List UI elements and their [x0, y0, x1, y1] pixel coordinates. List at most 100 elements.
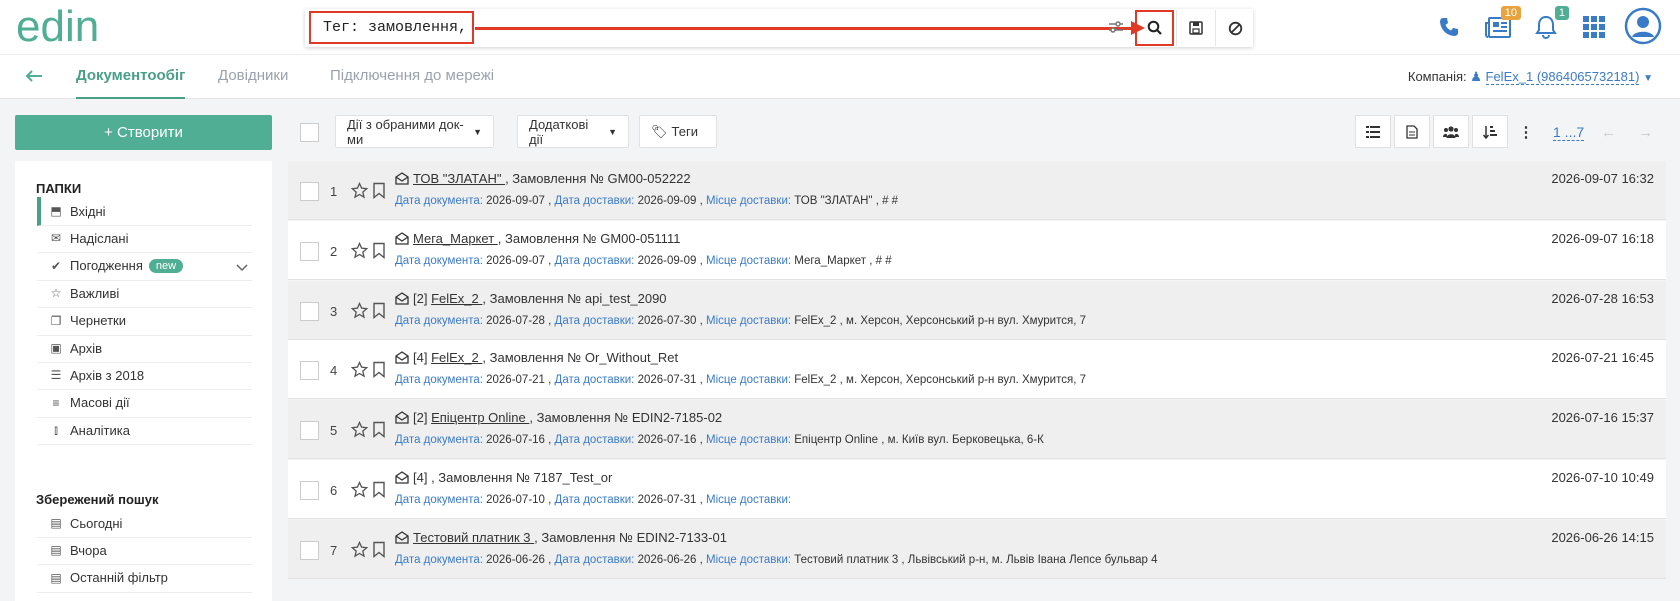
next-page-icon[interactable]: → — [1638, 124, 1653, 141]
document-org-link[interactable]: Мега_Маркет — [413, 231, 498, 246]
sliders-icon[interactable] — [1107, 18, 1125, 36]
row-checkbox[interactable] — [300, 361, 319, 381]
star-icon: ☆ — [50, 286, 62, 301]
document-title-line[interactable]: [2] FelEx_2 , Замовлення № api_test_2090 — [395, 291, 667, 308]
document-view-button[interactable] — [1394, 115, 1430, 148]
apps-button[interactable] — [1577, 10, 1611, 44]
table-row[interactable]: 6 [4] , Замовлення № 7187_Test_or Дата док… — [288, 460, 1666, 519]
sidebar-item-0[interactable]: ⬒ Вхідні — [37, 197, 252, 226]
prev-page-icon[interactable]: ← — [1601, 124, 1616, 141]
bookmark-icon[interactable] — [372, 302, 386, 324]
company-selector[interactable]: Компанія: ♟ FelEx_1 (9864065732181) ▼ — [1408, 69, 1653, 85]
tab-references[interactable]: Довідники — [218, 67, 288, 84]
row-checkbox[interactable] — [300, 540, 319, 560]
sidebar-item-2[interactable]: ✔ Погодження new — [37, 252, 252, 281]
delivery-place-label: Місце доставки: — [705, 374, 795, 387]
delivery-date-label: Дата доставки: — [554, 494, 638, 506]
tags-button[interactable]: 🏷 Теги — [639, 115, 717, 148]
document-title-line[interactable]: [4] FelEx_2 , Замовлення № Or_Without_Re… — [395, 350, 678, 367]
bookmark-icon[interactable] — [372, 481, 386, 503]
table-row[interactable]: 4 [4] FelEx_2 , Замовлення № Or_Without_R… — [288, 340, 1666, 400]
news-button[interactable]: 10 — [1481, 6, 1521, 44]
document-org-link[interactable]: FelEx_2 — [431, 350, 482, 365]
row-number: 4 — [330, 363, 338, 379]
saved-search-item-0[interactable]: ▤ Сьогодні — [37, 509, 252, 538]
search-button[interactable] — [1135, 10, 1174, 46]
sidebar-item-4[interactable]: ❐ Чернетки — [37, 307, 252, 336]
chevron-down-icon[interactable] — [236, 260, 248, 275]
save-search-button[interactable] — [1176, 10, 1215, 46]
document-org-link[interactable]: Епіцентр Online — [431, 410, 529, 425]
sidebar-item-5[interactable]: ▣ Архів — [37, 334, 252, 363]
doc-date-label: Дата документа: — [395, 374, 487, 387]
sidebar-item-label: Погодження — [70, 258, 143, 274]
reset-search-button[interactable] — [1215, 10, 1254, 46]
top-bar: edin Тег: замовлення, 10 1 — [0, 0, 1680, 54]
star-icon[interactable] — [350, 540, 369, 563]
bookmark-icon[interactable] — [372, 182, 386, 204]
sidebar-item-label: Чернетки — [70, 313, 127, 329]
extra-actions-dropdown[interactable]: Додаткові дії ▼ — [517, 115, 629, 148]
delivery-date-value: 2026-07-30 , — [637, 314, 706, 327]
sidebar-item-1[interactable]: ✉ Надіслані — [37, 224, 252, 254]
sort-button[interactable] — [1472, 115, 1508, 148]
create-label: + Створити — [104, 124, 183, 141]
bookmark-icon[interactable] — [372, 242, 386, 264]
document-title-line[interactable]: Мега_Маркет , Замовлення № GM00-051111 — [395, 231, 680, 248]
list-view-button[interactable] — [1355, 115, 1391, 148]
row-checkbox[interactable] — [300, 421, 319, 441]
document-title-line[interactable]: ТОВ "ЗЛАТАН" , Замовлення № GM00-052222 — [395, 171, 691, 188]
sidebar-item-6[interactable]: ☰ Архів з 2018 — [37, 361, 252, 391]
star-icon[interactable] — [350, 181, 369, 204]
document-datetime: 2026-07-16 15:37 — [1551, 410, 1654, 426]
star-icon[interactable] — [350, 361, 369, 383]
bookmark-icon[interactable] — [372, 361, 386, 383]
row-checkbox[interactable] — [300, 481, 319, 500]
document-org-link[interactable]: FelEx_2 — [431, 291, 482, 306]
row-number: 1 — [330, 184, 338, 199]
bulk-actions-dropdown[interactable]: Дії з обраними док-ми ▼ — [335, 115, 494, 148]
row-checkbox[interactable] — [300, 301, 319, 321]
sidebar-item-8[interactable]: ⫾ Аналітика — [37, 416, 252, 446]
create-button[interactable]: + Створити — [15, 115, 272, 150]
file-text-icon — [1406, 124, 1418, 139]
notifications-button[interactable]: 1 — [1529, 6, 1569, 44]
star-icon[interactable] — [350, 421, 369, 443]
tab-documents[interactable]: Документообіг — [76, 67, 186, 99]
edin-logo[interactable]: edin — [16, 4, 146, 48]
table-row[interactable]: 7 Тестовий платник 3 , Замовлення № EDIN2… — [288, 519, 1666, 579]
delivery-place-label: Місце доставки: — [705, 494, 792, 506]
table-row[interactable]: 3 [2] FelEx_2 , Замовлення № api_test_209… — [288, 280, 1666, 340]
arrow-left-icon[interactable] — [25, 69, 43, 83]
delivery-date-label: Дата доставки: — [554, 314, 638, 327]
star-icon[interactable] — [350, 480, 369, 503]
star-icon[interactable] — [350, 241, 369, 264]
tab-network-connection[interactable]: Підключення до мережі — [330, 67, 494, 84]
saved-search-item-1[interactable]: ▤ Вчора — [37, 536, 252, 566]
document-title-line[interactable]: [2] Епіцентр Online , Замовлення № EDIN2… — [395, 410, 722, 427]
saved-search-item-2[interactable]: ▤ Останній фільтр — [37, 564, 252, 593]
sidebar-item-3[interactable]: ☆ Важливі — [37, 279, 252, 309]
bookmark-icon[interactable] — [372, 541, 386, 563]
table-row[interactable]: 1 ТОВ "ЗЛАТАН" , Замовлення № GM00-052222… — [288, 161, 1666, 220]
table-row[interactable]: 2 Мега_Маркет , Замовлення № GM00-051111 Д… — [288, 220, 1666, 280]
pagination[interactable]: 1 ...7 — [1553, 124, 1585, 141]
star-icon[interactable] — [350, 301, 369, 324]
document-org-link[interactable]: ТОВ "ЗЛАТАН" — [413, 171, 505, 186]
more-options-button[interactable]: ⋮ — [1511, 115, 1541, 148]
user-avatar[interactable] — [1624, 7, 1662, 45]
phone-button[interactable] — [1432, 10, 1466, 44]
company-value[interactable]: FelEx_1 (9864065732181) — [1485, 69, 1640, 85]
document-title-line[interactable]: [4] , Замовлення № 7187_Test_or — [395, 470, 612, 487]
logo-text: edin — [16, 4, 99, 48]
search-input[interactable]: Тег: замовлення, — [309, 11, 474, 44]
group-view-button[interactable] — [1433, 115, 1469, 148]
row-checkbox[interactable] — [300, 241, 319, 261]
row-checkbox[interactable] — [300, 182, 319, 201]
table-row[interactable]: 5 [2] Епіцентр Online , Замовлення № EDIN… — [288, 400, 1666, 460]
document-title-line[interactable]: Тестовий платник 3 , Замовлення № EDIN2-… — [395, 530, 727, 547]
sidebar-item-7[interactable]: ≡ Масові дії — [37, 389, 252, 418]
bookmark-icon[interactable] — [372, 421, 386, 443]
select-all-checkbox[interactable] — [300, 123, 319, 142]
document-org-link[interactable]: Тестовий платник 3 — [413, 530, 534, 545]
